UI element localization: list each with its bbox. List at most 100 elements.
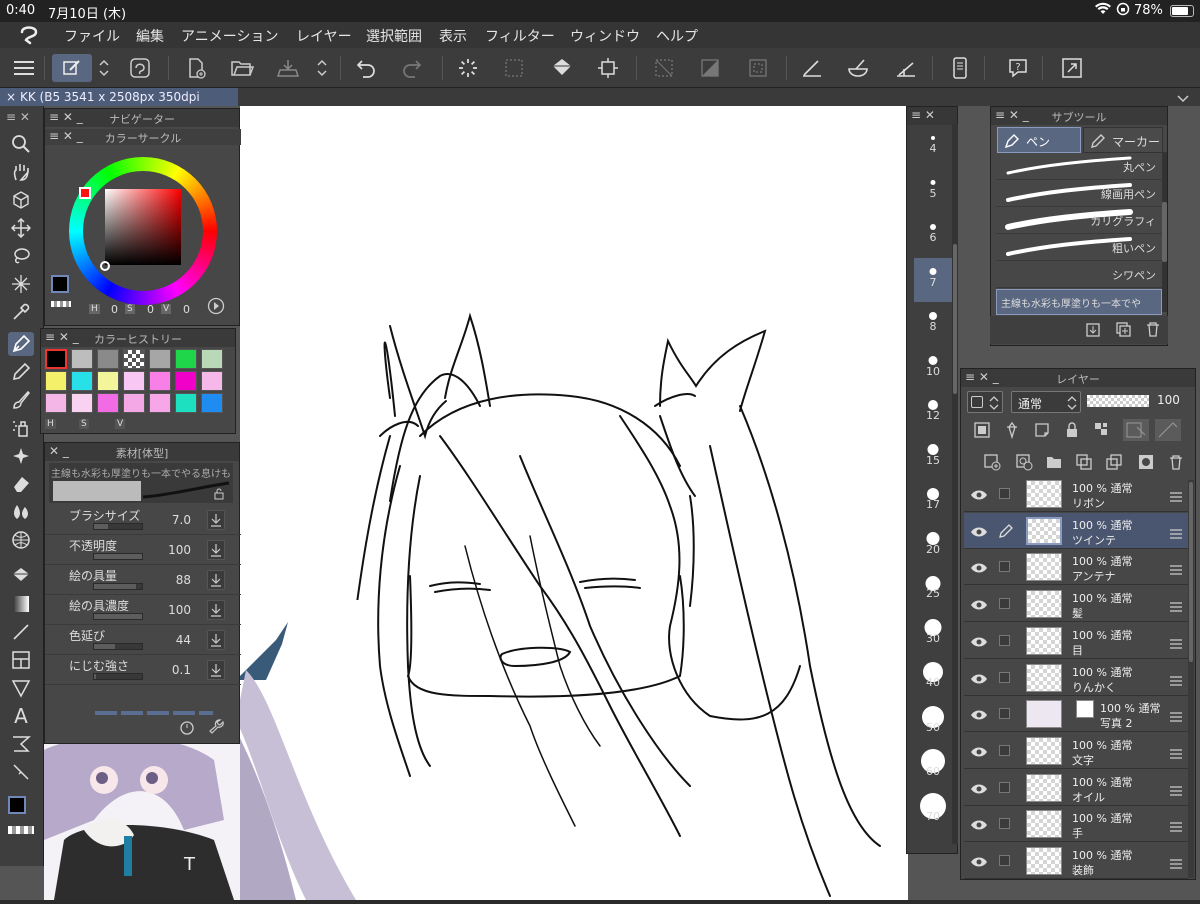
help-icon[interactable]: ?: [1004, 54, 1032, 82]
expand-selection-icon[interactable]: [744, 54, 772, 82]
layer-row[interactable]: 100 % 通常 りんかく: [964, 659, 1188, 696]
eye-icon[interactable]: [970, 670, 988, 689]
gradient-tool-icon[interactable]: [8, 592, 34, 616]
lasso-tool-icon[interactable]: [8, 244, 34, 268]
menu-animation[interactable]: アニメーション: [181, 26, 278, 46]
property-slider[interactable]: [93, 583, 143, 590]
sub-color-swatch[interactable]: [51, 301, 71, 307]
brush-size-item[interactable]: 4: [914, 124, 952, 168]
color-history-swatch[interactable]: [45, 371, 67, 391]
brush-size-item[interactable]: 20: [914, 525, 952, 569]
deselect-icon[interactable]: [650, 54, 678, 82]
property-slider[interactable]: [93, 523, 143, 530]
layer-select-checkbox[interactable]: [999, 561, 1010, 573]
figure-tool-icon[interactable]: [8, 528, 34, 552]
brush-size-item[interactable]: 60: [914, 747, 952, 791]
layer-scrollbar[interactable]: [1188, 480, 1194, 878]
new-raster-layer-icon[interactable]: [983, 453, 1001, 475]
color-picker-cursor[interactable]: [100, 261, 110, 271]
eye-icon[interactable]: [970, 486, 988, 505]
layer-row[interactable]: 100 % 通常 装飾: [964, 843, 1188, 879]
layer-row[interactable]: 100 % 通常 アンテナ: [964, 549, 1188, 586]
layer-select-checkbox[interactable]: [999, 488, 1010, 499]
save-icon[interactable]: [274, 54, 302, 82]
saturation-value-square[interactable]: [105, 189, 181, 265]
transparent-color-swatch[interactable]: [8, 826, 34, 834]
hamburger-menu-icon[interactable]: [10, 54, 38, 82]
brush-size-item[interactable]: 40: [914, 658, 952, 702]
save-stepper-icon[interactable]: [312, 54, 332, 82]
brush-size-scrollbar[interactable]: [952, 124, 958, 844]
panel-close-icon[interactable]: ≡ ✕: [911, 108, 935, 122]
subtool-item[interactable]: 線画用ペン: [996, 181, 1162, 207]
delete-subtool-icon[interactable]: [1144, 320, 1162, 342]
subtool-item[interactable]: 粗いペン: [996, 235, 1162, 261]
color-history-swatch[interactable]: [201, 393, 223, 413]
main-color-swatch[interactable]: [8, 796, 26, 814]
fullscreen-icon[interactable]: [1058, 54, 1086, 82]
subtool-item[interactable]: シワペン: [996, 262, 1162, 288]
menu-view[interactable]: 表示: [439, 26, 467, 46]
edit-mode-icon[interactable]: [52, 54, 92, 82]
layer-menu-icon[interactable]: [1170, 597, 1182, 616]
app-logo-icon[interactable]: [18, 24, 40, 50]
layer-menu-icon[interactable]: [1170, 744, 1182, 763]
layer-color-mode[interactable]: [967, 391, 1003, 413]
tab-pen[interactable]: ペン: [997, 127, 1081, 153]
color-history-swatch[interactable]: [175, 393, 197, 413]
layer-menu-icon[interactable]: [1170, 707, 1182, 726]
hand-tool-icon[interactable]: [8, 160, 34, 184]
eye-icon[interactable]: [970, 633, 988, 652]
layer-select-checkbox[interactable]: [999, 671, 1010, 683]
eyedropper-icon[interactable]: [8, 300, 34, 324]
layer-row[interactable]: 100 % 通常 写真 2: [964, 696, 1188, 733]
transform-icon[interactable]: [594, 54, 622, 82]
pen-tool-icon[interactable]: [8, 332, 34, 356]
new-file-icon[interactable]: [182, 54, 210, 82]
fill-bucket-icon[interactable]: [548, 54, 576, 82]
subtool-item[interactable]: 主線も水彩も厚塗りも一本でや: [996, 289, 1162, 315]
menu-help[interactable]: ヘルプ: [656, 26, 698, 46]
layer-menu-icon[interactable]: [1170, 817, 1182, 836]
layer-row[interactable]: 100 % 通常 ツインテ: [964, 512, 1188, 549]
property-value[interactable]: 7.0: [151, 513, 191, 527]
clear-selection-icon[interactable]: [500, 54, 528, 82]
layer-row[interactable]: 100 % 通常髪: [964, 586, 1188, 623]
layer-menu-icon[interactable]: [1170, 524, 1182, 543]
brush-size-item[interactable]: 25: [914, 569, 952, 613]
color-history-swatch[interactable]: [45, 393, 67, 413]
property-slider[interactable]: [93, 553, 143, 560]
undo-icon[interactable]: [352, 54, 380, 82]
layer-menu-icon[interactable]: [1170, 487, 1182, 506]
property-slider[interactable]: [93, 673, 143, 680]
brush-tool-icon[interactable]: [8, 388, 34, 412]
property-stepper-icon[interactable]: [207, 570, 225, 590]
eye-icon[interactable]: [970, 559, 988, 578]
redo-icon[interactable]: [398, 54, 426, 82]
subtool-item[interactable]: カリグラフィ: [996, 208, 1162, 234]
color-history-swatch[interactable]: [71, 393, 93, 413]
color-history-swatch[interactable]: [149, 349, 171, 369]
color-history-swatch[interactable]: [123, 371, 145, 391]
menu-selection[interactable]: 選択範囲: [366, 26, 422, 46]
eye-icon[interactable]: [970, 596, 988, 615]
lock-transparent-icon[interactable]: [1093, 421, 1111, 443]
layer-select-checkbox[interactable]: [999, 598, 1010, 610]
brush-size-item[interactable]: 17: [914, 480, 952, 524]
property-value[interactable]: 0.1: [151, 663, 191, 677]
transfer-down-icon[interactable]: [1075, 453, 1093, 475]
eye-icon[interactable]: [970, 523, 988, 542]
draft-layer-icon[interactable]: [1033, 421, 1051, 443]
document-tab[interactable]: × KK (B5 3541 x 2508px 350dpi 128.6%): [0, 88, 238, 122]
fill-tool-icon[interactable]: [8, 564, 34, 588]
opacity-slider[interactable]: [1087, 395, 1149, 407]
blend-tool-icon[interactable]: [8, 500, 34, 524]
eye-icon[interactable]: [970, 816, 988, 835]
eye-icon[interactable]: [970, 706, 988, 725]
balloon-tool-icon[interactable]: [8, 732, 34, 756]
text-tool-icon[interactable]: A: [8, 704, 34, 728]
ruler-icon[interactable]: [798, 54, 826, 82]
property-stepper-icon[interactable]: [207, 630, 225, 650]
color-history-swatch[interactable]: [97, 371, 119, 391]
pencil-tool-icon[interactable]: [8, 360, 34, 384]
